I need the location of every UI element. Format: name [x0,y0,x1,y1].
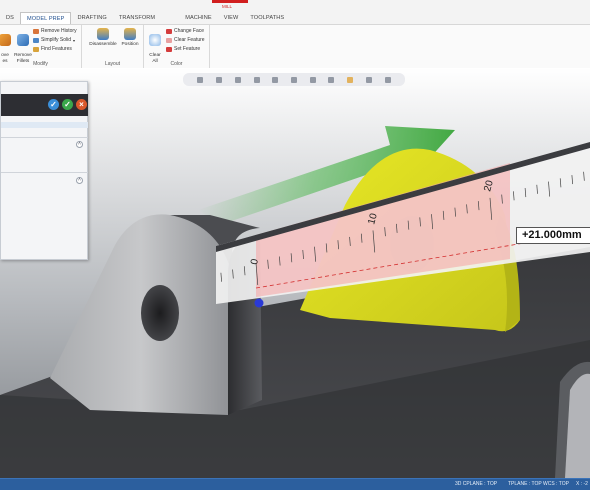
ribbon-body: ove es Remove Fillets Remove History Sim… [0,24,590,69]
tab-drafting[interactable]: DRAFTING [71,12,112,24]
position-icon [124,28,136,40]
chevron-down-icon: ▾ [73,37,76,43]
ribbon: MILL DS MODEL PREP DRAFTING TRANSFORM MA… [0,0,590,69]
layout-group: Disassemble Position Layout [82,25,144,69]
remove-fillets-button[interactable]: Remove Fillets [12,28,34,64]
set-feature-icon [166,46,172,52]
redo-icon[interactable] [384,76,391,83]
undo-icon[interactable] [365,76,372,83]
color-group-label: Color [170,61,183,67]
view-cube-icon[interactable] [272,76,279,83]
disassemble-label: Disassemble [89,42,117,47]
simplify-solid-label: Simplify Solid [41,37,72,43]
ok-button[interactable]: ✓ [62,99,73,110]
view-toolbar [183,73,405,86]
modify-group: ove es Remove Fillets Remove History Sim… [0,25,82,69]
measurement-value: +21.000mm [516,227,590,244]
tab-model-prep[interactable]: MODEL PREP [19,12,72,24]
set-feature-label: Set Feature [174,46,201,52]
find-features-label: Find Features [41,46,72,52]
left-block-hole [141,285,179,341]
panel-tab-strip [1,122,88,128]
clear-all-icon [149,33,161,46]
collapse-chevron-icon[interactable]: ˄ [76,141,83,148]
change-face-label: Change Face [174,28,205,34]
change-face-button[interactable]: Change Face [166,28,204,34]
collapse-chevron-icon[interactable]: ˄ [76,177,83,184]
clear-feature-button[interactable]: Clear Feature [166,37,205,43]
find-features-button[interactable]: Find Features [33,46,72,52]
tplane-status[interactable]: TPLANE : TOP [508,481,542,487]
panel-header: ✓ ✓ × [1,94,88,116]
color-icon[interactable] [347,76,354,83]
status-bar: 3D CPLANE : TOP TPLANE : TOP WCS : TOP X… [0,478,590,490]
scene-canvas[interactable]: 0 10 20 [0,68,590,478]
x-coordinate-status: X : -2 [576,481,588,487]
disassemble-button[interactable]: Disassemble [88,28,118,48]
position-button[interactable]: Position [118,28,142,48]
modify-group-label: Modify [33,61,48,67]
function-panel: ✓ ✓ × ˄ ˄ [0,81,88,260]
clear-feature-icon [166,37,172,43]
color-group: Clear All Change Face Clear Feature Set … [144,25,210,69]
check-icon: ✓ [64,100,71,109]
tab-transform[interactable]: TRANSFORM [113,12,161,24]
fit-icon[interactable] [253,76,260,83]
disassemble-icon [97,28,109,40]
layout-group-label: Layout [104,61,120,67]
section-divider [1,172,88,173]
set-feature-button[interactable]: Set Feature [166,46,200,52]
check-plus-icon: ✓ [50,100,57,109]
position-label: Position [121,42,139,47]
simplify-solid-icon [33,37,39,43]
context-tab-marker [212,0,248,3]
wcs-status[interactable]: WCS : TOP [543,481,569,487]
tab-machine[interactable]: MACHINE [179,12,218,24]
graphics-viewport[interactable]: 0 10 20 [0,68,590,478]
tab-toolpaths[interactable]: TOOLPATHS [244,12,290,24]
shading-icon[interactable] [290,76,297,83]
close-icon: × [79,100,84,109]
section-divider [1,137,88,138]
clear-feature-label: Clear Feature [174,37,205,43]
rotate-icon[interactable] [234,76,241,83]
ok-create-new-button[interactable]: ✓ [48,99,59,110]
cancel-button[interactable]: × [76,99,87,110]
remove-history-button[interactable]: Remove History [33,28,77,34]
remove-history-icon [33,28,39,34]
change-face-icon [166,28,172,34]
ribbon-tab-row: DS MODEL PREP DRAFTING TRANSFORM MACHINE… [0,10,590,24]
simplify-solid-button[interactable]: Simplify Solid ▾ [33,37,75,43]
zoom-icon[interactable] [197,76,204,83]
context-tab-label: MILL [222,4,233,9]
remove-fillets-icon [17,33,29,46]
tab-ds[interactable]: DS [0,12,20,24]
remove-history-label: Remove History [41,28,77,34]
clear-all-button[interactable]: Clear All [144,28,166,64]
find-features-icon [33,46,39,52]
wireframe-icon[interactable] [309,76,316,83]
move-faces-icon [0,33,11,46]
pan-icon[interactable] [216,76,223,83]
cplane-status[interactable]: 3D CPLANE : TOP [455,481,497,487]
measure-start-point[interactable] [254,298,264,308]
tab-view[interactable]: VIEW [218,12,245,24]
section-icon[interactable] [328,76,335,83]
